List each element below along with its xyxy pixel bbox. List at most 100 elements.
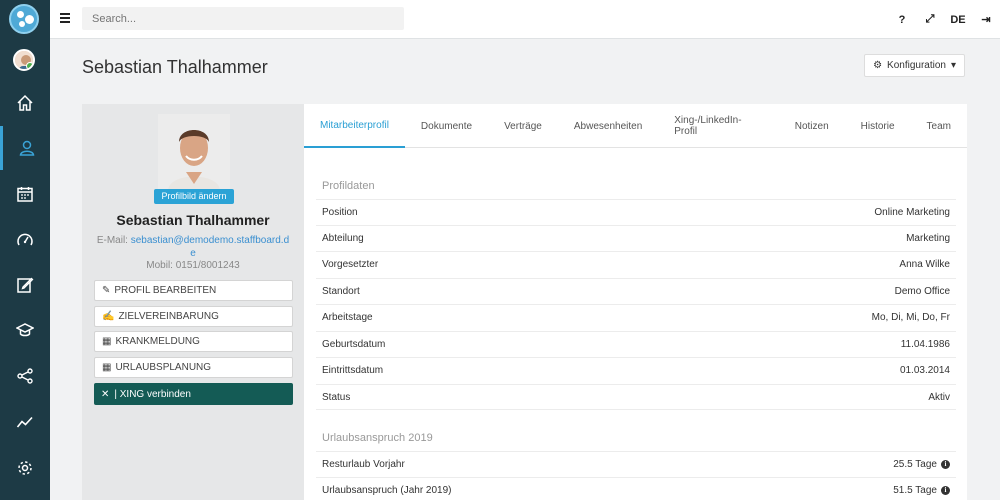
edit-profile-button[interactable]: ✎ Profil bearbeiten [94,280,293,301]
settings-icon [18,461,32,475]
row-value: Aktiv [928,391,950,403]
nav-network[interactable] [0,354,50,398]
row-value: Mo, Di, Mi, Do, Fr [871,312,950,323]
info-icon[interactable]: i [941,486,950,495]
tab-documents[interactable]: Dokumente [405,104,488,148]
tab-employee-profile[interactable]: Mitarbeiterprofil [304,104,405,148]
tab-history[interactable]: Historie [845,104,911,148]
profile-card: Profilbild ändern Sebastian Thalhammer E… [82,104,304,500]
vacation-planning-label: Urlaubsplanung [115,362,212,373]
nav-rail [0,0,50,500]
pencil-icon: ✎ [102,285,111,296]
people-icon [19,140,34,156]
tab-notes[interactable]: Notizen [779,104,845,148]
table-row: Arbeitstage Mo, Di, Mi, Do, Fr [316,304,956,330]
row-value: 11.04.1986 [900,339,950,350]
xing-connect-label: | XING verbinden [114,388,191,400]
table-row: Resturlaub Vorjahr 25.5 Tage i [316,451,956,477]
table-row: Status Aktiv [316,384,956,410]
nav-tasks[interactable] [0,263,50,307]
row-value: Anna Wilke [899,259,950,270]
sick-note-label: Krankmeldung [115,336,200,347]
tab-absences[interactable]: Abwesenheiten [558,104,658,148]
logout-icon[interactable]: ⇥ [972,13,1000,26]
goals-button[interactable]: ✍ Zielvereinbarung [94,306,293,327]
gauge-icon [17,233,33,246]
row-label: Status [322,391,351,403]
nav-reports[interactable] [0,400,50,444]
profile-data-heading: Profildaten [322,180,375,192]
top-bar: ? ⤢ DE ⇥ [50,0,1000,39]
menu-icon[interactable] [60,13,70,23]
profile-name: Sebastian Thalhammer [116,212,270,228]
table-row: Position Online Marketing [316,199,956,225]
row-label: Arbeitstage [322,312,373,323]
row-value-group: 51.5 Tage i [893,485,950,496]
email-link[interactable]: sebastian@demodemo.staffboard.de [131,235,289,259]
goals-label: Zielvereinbarung [118,311,219,322]
calendar-icon: ▦ [102,362,112,373]
profile-mobile: Mobil: 0151/8001243 [146,260,240,271]
nav-calendar[interactable] [0,172,50,216]
chart-icon [16,416,33,428]
profile-email: E-Mail: sebastian@demodemo.staffboard.de [96,234,290,260]
config-button[interactable]: ⚙ Konfiguration ▾ [864,54,965,77]
online-status-icon [26,62,33,69]
search-input[interactable] [82,7,404,30]
table-row: Urlaubsanspruch (Jahr 2019) 51.5 Tage i [316,477,956,500]
user-avatar[interactable] [13,49,35,71]
email-label: E-Mail: [96,235,128,246]
nav-training[interactable] [0,308,50,352]
row-label: Position [322,207,358,218]
xing-connect-button[interactable]: ✕ | XING verbinden [94,383,293,405]
language-switch[interactable]: DE [944,14,972,26]
change-photo-button[interactable]: Profilbild ändern [154,189,234,204]
main-panel: Mitarbeiterprofil Dokumente Verträge Abw… [304,104,967,500]
graduation-icon [16,323,34,337]
profile-photo [158,114,230,190]
nav-employees[interactable] [0,126,50,170]
row-label: Abteilung [322,233,364,244]
row-value: Marketing [906,233,950,244]
row-label: Resturlaub Vorjahr [322,459,405,470]
row-label: Eintrittsdatum [322,365,384,376]
row-value: Online Marketing [874,207,950,218]
info-icon[interactable]: i [941,460,950,469]
tab-contracts[interactable]: Verträge [488,104,558,148]
row-label: Standort [322,286,360,297]
row-label: Geburtsdatum [322,339,386,350]
config-label: Konfiguration [887,60,946,71]
row-label: Urlaubsanspruch (Jahr 2019) [322,485,452,496]
vacation-heading: Urlaubsanspruch 2019 [322,432,433,444]
row-value: 25.5 Tage [893,459,937,470]
tab-team[interactable]: Team [911,104,967,148]
table-row: Eintrittsdatum 01.03.2014 [316,357,956,383]
row-value-group: 25.5 Tage i [893,459,950,470]
vacation-planning-button[interactable]: ▦ Urlaubsplanung [94,357,293,378]
home-icon [17,94,33,111]
row-value: 01.03.2014 [899,365,950,376]
app-logo[interactable] [9,4,39,34]
edit-profile-label: Profil bearbeiten [114,285,217,296]
help-icon[interactable]: ? [888,14,916,26]
row-value: 51.5 Tage [893,485,937,496]
page-title: Sebastian Thalhammer [82,57,268,77]
gear-icon: ⚙ [873,60,883,71]
row-label: Vorgesetzter [322,259,379,270]
share-icon [17,368,33,384]
edit-icon: ✍ [102,311,115,322]
sick-note-button[interactable]: ▦ Krankmeldung [94,331,293,352]
fullscreen-icon[interactable]: ⤢ [916,13,944,26]
nav-settings[interactable] [0,446,50,490]
nav-dashboard[interactable] [0,218,50,262]
table-row: Abteilung Marketing [316,225,956,251]
xing-icon: ✕ [101,388,110,400]
tab-xing-linkedin[interactable]: Xing-/LinkedIn-Profil [658,104,778,148]
tab-bar: Mitarbeiterprofil Dokumente Verträge Abw… [304,104,967,148]
calendar-icon: ▦ [102,336,112,347]
calendar-icon [17,187,33,202]
nav-home[interactable] [0,81,50,125]
edit-icon [17,277,34,293]
table-row: Standort Demo Office [316,278,956,304]
table-row: Vorgesetzter Anna Wilke [316,251,956,277]
